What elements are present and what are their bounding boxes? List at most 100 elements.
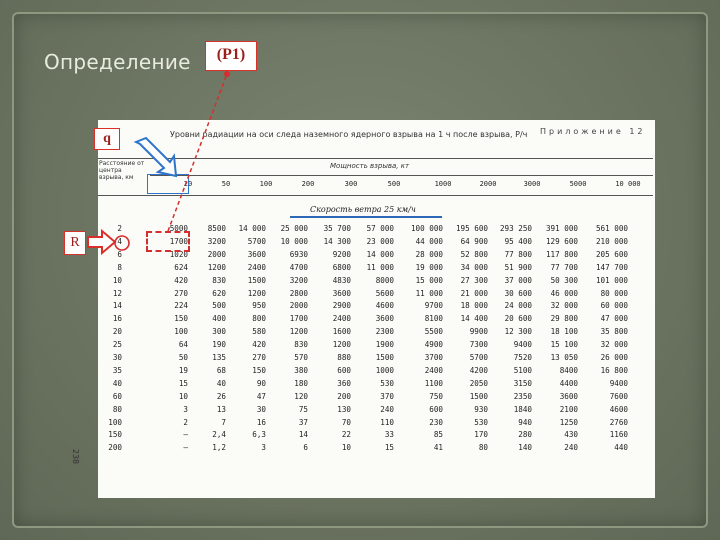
highlight-result-cell [146,231,190,252]
table-cell: 18 000 [460,301,488,311]
table-cell: 500 [212,301,226,311]
table-cell: 1900 [375,340,394,350]
table-cell: 1700 [289,314,308,324]
table-cell: 15 000 [415,275,443,285]
power-header-cell: 200 [301,180,315,188]
table-cell: 5700 [469,353,488,362]
table-cell: 8400 [559,365,578,375]
table-row-distance: 4 [117,236,122,246]
table-cell: 7600 [609,391,628,401]
table-cell: 7520 [513,353,532,362]
table-cell: 2050 [469,378,488,388]
power-header-cell: 100 [259,180,273,188]
table-cell: 14 000 [366,249,394,259]
table-cell: 240 [564,443,578,453]
table-cell: 140 [518,443,532,453]
table-cell: 90 [256,378,266,388]
table-cell: 28 000 [415,249,443,259]
table-cell: 2100 [559,404,578,414]
table-cell: 30 600 [504,288,532,298]
table-cell: 1200 [289,327,308,337]
table-cell: 60 000 [600,301,628,311]
table-cell: 1200 [332,340,351,350]
table-cell: 27 300 [460,275,488,285]
table-cell: 4600 [375,301,394,311]
table-cell: 9200 [332,249,351,259]
table-cell: 44 000 [415,236,443,246]
power-header-cell: 500 [387,180,401,188]
table-cell: 1250 [559,417,578,427]
table-cell: 101 000 [595,275,628,285]
table-cell: 35 700 [323,224,351,233]
table-cell: 293 250 [499,224,532,233]
table-cell: 830 [212,275,226,285]
table-cell: 100 [174,327,188,337]
table-cell: 100 000 [410,224,443,233]
table-cell: 75 [298,404,308,414]
table-cell: 26 [216,391,226,401]
table-cell: 3600 [332,288,351,298]
table-cell: 41 [433,443,443,453]
table-row-distance: 6 [117,249,122,259]
table-cell: 4200 [469,365,488,375]
table-cell: 40 [216,378,226,388]
page-number: 238 [71,448,81,465]
table-cell: 70 [341,417,351,427]
table-cell: 7 [221,417,226,427]
table-cell: 180 [294,378,308,388]
table-cell: 117 800 [545,249,578,259]
table-cell: 7300 [469,340,488,350]
table-cell: 880 [337,353,351,362]
table-cell: 37 [298,417,308,427]
table-cell: 64 [178,340,188,350]
table-cell: 950 [252,301,266,311]
table-cell: 68 [216,365,226,375]
table-row-distance: 40 [112,378,122,388]
power-header-cell: 1000 [434,180,452,188]
table-row-distance: 10 [112,275,122,285]
table-cell: 4830 [332,275,351,285]
table-cell: — [183,430,188,440]
table-cell: 280 [518,430,532,440]
table-cell: 95 400 [504,236,532,246]
table-cell: 6 [303,443,308,453]
table-cell: 2000 [207,249,226,259]
table-cell: 37 000 [504,275,532,285]
table-cell: 1,2 [212,443,226,453]
table-cell: 200 [337,391,351,401]
table-cell: 135 [212,353,226,362]
table-cell: 26 000 [600,353,628,362]
table-cell: 15 [384,443,394,453]
table-cell: 147 700 [595,262,628,272]
table-cell: 110 [380,417,394,427]
table-cell: 19 000 [415,262,443,272]
table-row-distance: 25 [112,340,122,350]
table-cell: 570 [294,353,308,362]
table-cell: 3600 [247,249,266,259]
table-cell: 3200 [289,275,308,285]
table-row-distance: 200 [108,443,122,453]
table-cell: 270 [252,353,266,362]
table-cell: 150 [252,365,266,375]
table-cell: 14 300 [323,236,351,246]
table-cell: 2000 [289,301,308,311]
table-cell: 380 [294,365,308,375]
table-row-distance: 16 [112,314,122,324]
table-row-distance: 14 [112,301,122,311]
table-cell: 5100 [513,365,532,375]
table-cell: — [183,443,188,453]
table-rule-mid [150,175,653,176]
table-cell: 8500 [207,224,226,233]
table-row-distance: 100 [108,417,122,427]
table-cell: 46 000 [550,288,578,298]
table-cell: 1200 [247,288,266,298]
table-cell: 5600 [375,288,394,298]
table-cell: 3 [183,404,188,414]
table-cell: 1100 [424,378,443,388]
table-cell: 4600 [609,404,628,414]
wind-underline [290,216,442,218]
table-cell: 3700 [424,353,443,362]
table-cell: 18 100 [550,327,578,337]
table-cell: 561 000 [595,224,628,233]
table-cell: 77 700 [550,262,578,272]
